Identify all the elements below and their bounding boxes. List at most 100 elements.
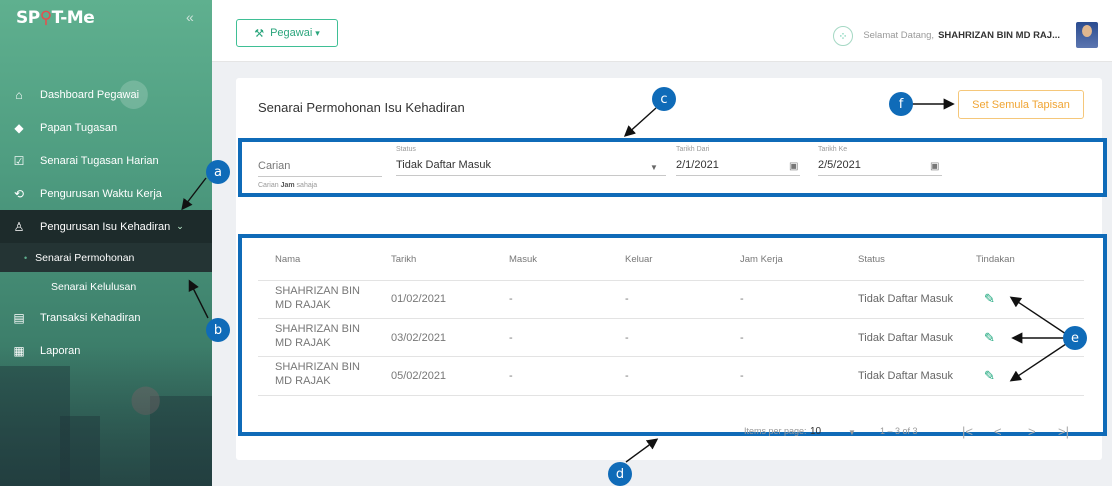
home-icon: ⌂ [15, 87, 23, 102]
user-icon: ♙ [13, 219, 25, 234]
page-title: Senarai Permohonan Isu Kehadiran [258, 100, 465, 115]
hint-bold: Jam [280, 182, 295, 189]
checklist-icon: ☑ [13, 153, 25, 168]
sidebar-item-dashboard[interactable]: ⌂ Dashboard Pegawai [0, 78, 212, 111]
first-page-icon[interactable]: |< [962, 424, 973, 439]
apps-icon[interactable]: ⁘ [833, 26, 853, 46]
row-divider [258, 356, 1084, 357]
cell-out: - [625, 293, 629, 305]
date-from-input[interactable]: 2/1/2021 [676, 159, 800, 176]
sidebar-item-isu-kehadiran[interactable]: ♙ Pengurusan Isu Kehadiran ⌄ [0, 210, 212, 243]
sidebar-item-label: Transaksi Kehadiran [40, 311, 141, 324]
cell-date: 01/02/2021 [391, 293, 447, 305]
cell-name: SHAHRIZAN BIN MD RAJAK [275, 323, 360, 349]
avatar[interactable] [1076, 22, 1098, 48]
page-size-select[interactable]: 10 [810, 426, 821, 437]
top-bar: ⚒ Pegawai ▾ ⁘ Selamat Datang, SHAHRIZAN B… [212, 0, 1112, 62]
sidebar-item-senarai-kelulusan[interactable]: Senarai Kelulusan [0, 272, 212, 301]
chevron-down-icon[interactable]: ▼ [848, 428, 856, 437]
callout-d: d [608, 462, 632, 486]
sidebar-item-tugasan-harian[interactable]: ☑ Senarai Tugasan Harian [0, 144, 212, 177]
welcome-text: Selamat Datang, SHAHRIZAN BIN MD RAJ... [863, 30, 1060, 41]
cell-status: Tidak Daftar Masuk [858, 332, 953, 344]
chevron-down-icon: ▾ [315, 27, 320, 38]
sidebar-item-laporan[interactable]: ▦ Laporan [0, 334, 212, 367]
search-input[interactable]: Carian [258, 160, 382, 177]
sidebar-item-label: Senarai Kelulusan [51, 280, 137, 293]
role-dropdown-button[interactable]: ⚒ Pegawai ▾ [236, 19, 338, 47]
status-label: Status [396, 146, 416, 153]
edit-icon[interactable]: ✎ [984, 368, 995, 384]
reset-filter-button[interactable]: Set Semula Tapisan [958, 90, 1084, 119]
bullet-icon: • [24, 252, 28, 263]
status-select[interactable]: Tidak Daftar Masuk [396, 159, 666, 176]
column-header-jam-kerja[interactable]: Jam Kerja [740, 254, 783, 265]
sidebar-item-label: Laporan [40, 344, 81, 357]
row-divider [258, 318, 1084, 319]
hint-text: sahaja [296, 182, 318, 189]
callout-e: e [1063, 326, 1087, 350]
sidebar-item-label: Papan Tugasan [40, 121, 118, 134]
cell-in: - [509, 370, 513, 382]
last-page-icon[interactable]: >| [1058, 424, 1069, 439]
sidebar-item-waktu-kerja[interactable]: ⟲ Pengurusan Waktu Kerja [0, 177, 212, 210]
cell-hours: - [740, 332, 744, 344]
prev-page-icon[interactable]: < [994, 424, 1002, 439]
column-header-keluar[interactable]: Keluar [625, 254, 652, 265]
app-logo[interactable]: SP⚲T-Me [16, 8, 95, 28]
chevron-down-icon: ⌄ [176, 221, 184, 231]
sidebar-item-label: Senarai Tugasan Harian [40, 154, 159, 167]
tag-icon: ◆ [14, 120, 24, 135]
column-header-tindakan: Tindakan [976, 254, 1015, 265]
role-label: Pegawai [270, 27, 313, 39]
column-header-status[interactable]: Status [858, 254, 885, 265]
welcome-label: Selamat Datang, [863, 30, 935, 41]
calendar-icon[interactable]: ▣ [930, 161, 939, 172]
cell-hours: - [740, 293, 744, 305]
cell-in: - [509, 293, 513, 305]
row-divider [258, 280, 1084, 281]
cell-date: 03/02/2021 [391, 332, 447, 344]
sidebar: ⬤ ⬤ SP⚲T-Me « ⌂ Dashboard Pegawai ◆ Papa… [0, 0, 212, 486]
items-per-page-label: Items per page: [744, 426, 807, 436]
sidebar-item-transaksi[interactable]: ▤ Transaksi Kehadiran [0, 301, 212, 334]
cell-name: SHAHRIZAN BIN MD RAJAK [275, 361, 360, 387]
chevron-down-icon[interactable]: ▼ [650, 163, 658, 172]
sidebar-menu: ⌂ Dashboard Pegawai ◆ Papan Tugasan ☑ Se… [0, 78, 212, 367]
report-icon: ▦ [13, 343, 25, 358]
callout-b: b [206, 318, 230, 342]
logo-text: T-Me [51, 8, 95, 28]
sidebar-item-label: Pengurusan Waktu Kerja [40, 187, 162, 200]
logo-pin-icon: ⚲ [39, 8, 52, 28]
user-name[interactable]: SHAHRIZAN BIN MD RAJ... [938, 30, 1060, 41]
search-hint: Carian Jam sahaja [258, 182, 317, 189]
date-from-label: Tarikh Dari [676, 146, 710, 153]
page-range: 1 – 3 of 3 [880, 426, 918, 436]
date-to-input[interactable]: 2/5/2021 [818, 159, 942, 176]
callout-c: c [652, 87, 676, 111]
list-icon: ▤ [13, 310, 25, 325]
sidebar-item-papan-tugasan[interactable]: ◆ Papan Tugasan [0, 111, 212, 144]
cell-in: - [509, 332, 513, 344]
logo-text: SP [16, 8, 40, 28]
edit-icon[interactable]: ✎ [984, 330, 995, 346]
clock-icon: ⟲ [13, 186, 25, 201]
column-header-masuk[interactable]: Masuk [509, 254, 537, 265]
calendar-icon[interactable]: ▣ [789, 161, 798, 172]
page-size-value: 10 [810, 426, 822, 437]
cell-status: Tidak Daftar Masuk [858, 370, 953, 382]
column-header-tarikh[interactable]: Tarikh [391, 254, 416, 265]
next-page-icon[interactable]: > [1028, 424, 1036, 439]
column-header-nama[interactable]: Nama [275, 254, 300, 265]
callout-f: f [889, 92, 913, 116]
sidebar-item-label: Dashboard Pegawai [40, 88, 140, 101]
building-silhouette [60, 416, 100, 486]
tool-icon: ⚒ [254, 27, 265, 40]
avatar-face [1082, 25, 1092, 37]
edit-icon[interactable]: ✎ [984, 291, 995, 307]
cell-date: 05/02/2021 [391, 370, 447, 382]
date-to-label: Tarikh Ke [818, 146, 848, 153]
collapse-sidebar-icon[interactable]: « [186, 9, 194, 25]
sidebar-item-label: Senarai Permohonan [35, 251, 135, 264]
sidebar-item-senarai-permohonan[interactable]: • Senarai Permohonan [0, 243, 212, 272]
